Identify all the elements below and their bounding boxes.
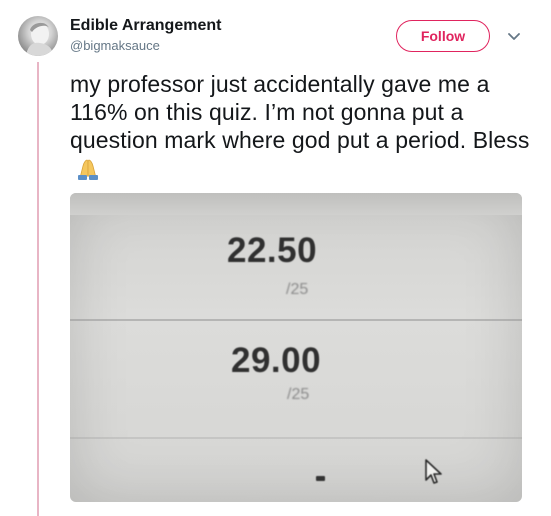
photo-top-band [70,193,522,215]
dash-mark [316,476,325,481]
tweet-text-body: my professor just accidentally gave me a… [70,71,530,153]
tweet-text: my professor just accidentally gave me a… [70,70,530,186]
row-divider [70,319,522,321]
row-divider [70,437,522,439]
tweet-card: Edible Arrangement @bigmaksauce Follow m… [0,0,551,516]
thread-line [37,62,39,516]
score-value: 29.00 [231,341,322,380]
score-out-of: /25 [287,386,310,403]
folded-hands-emoji [74,156,102,186]
quiz-photo[interactable]: 22.50 /25 29.00 /25 [70,193,522,502]
display-name[interactable]: Edible Arrangement [70,17,221,35]
user-handle[interactable]: @bigmaksauce [70,38,160,53]
chevron-down-icon[interactable] [506,29,522,45]
follow-button[interactable]: Follow [396,20,490,52]
avatar[interactable] [18,16,58,56]
mouse-cursor-icon [424,459,444,490]
score-out-of: /25 [286,281,309,298]
score-value: 22.50 [227,231,318,270]
